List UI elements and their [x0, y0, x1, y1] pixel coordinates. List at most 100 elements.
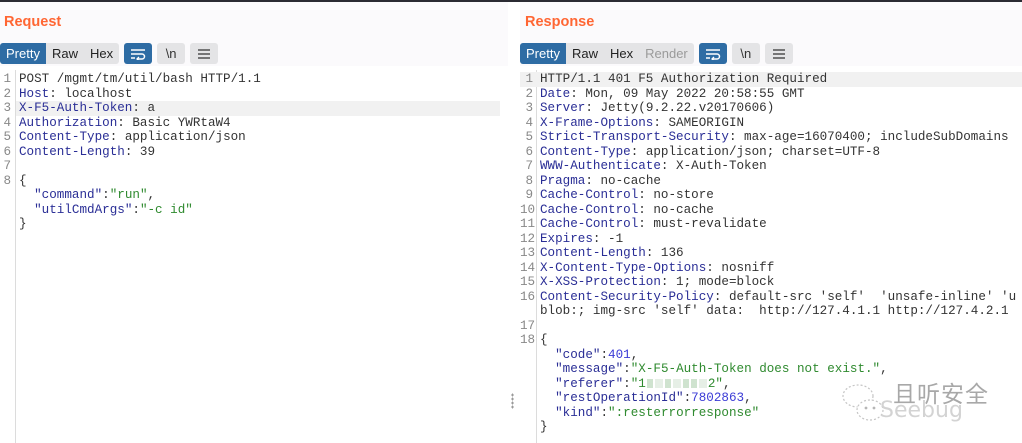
header-name: Content-Security-Policy	[540, 289, 714, 304]
line-number: 11	[520, 217, 536, 231]
code-text: : X-Auth-Token	[660, 159, 767, 173]
header-name: Server	[540, 101, 586, 115]
line-content: }	[540, 420, 548, 435]
line-number: 3	[3, 101, 11, 115]
json-key: "kind"	[555, 405, 601, 420]
code-line: 3 X-F5-Auth-Token: a	[3, 101, 500, 116]
json-string: 2"	[707, 376, 723, 391]
redacted-block	[664, 378, 671, 388]
header-name: Content-Length	[540, 246, 646, 260]
response-wrap-lines-button[interactable]	[698, 43, 727, 64]
code-text: ,	[630, 347, 639, 362]
request-newline-button[interactable]: \n	[157, 43, 186, 64]
line-content: Strict-Transport-Security: max-age=16070…	[540, 130, 1009, 145]
code-text: : Jetty(9.2.22.v20170606)	[585, 101, 775, 115]
line-number: 1	[525, 72, 533, 86]
code-text: : no-store	[638, 188, 714, 202]
response-tab-pretty[interactable]: Pretty	[520, 43, 566, 64]
request-title: Request	[4, 14, 62, 30]
request-pane: Request Pretty Raw Hex \n 1 POST /mgmt/tm…	[0, 2, 508, 443]
line-content: {	[540, 333, 548, 348]
response-tab-hex[interactable]: Hex	[604, 43, 639, 64]
line-number: 5	[3, 130, 11, 144]
code-text: : application/json	[109, 130, 246, 144]
json-key: "utilCmdArgs"	[34, 202, 133, 217]
code-text: ,	[147, 188, 156, 202]
code-line: }	[0, 217, 508, 232]
request-view-tabs: Pretty Raw Hex	[0, 43, 120, 64]
code-text: : nosniff	[706, 260, 775, 275]
json-string: "run"	[109, 188, 148, 202]
newline-icon: \n	[740, 46, 752, 61]
header-name: Pragma	[540, 173, 586, 188]
request-tab-pretty[interactable]: Pretty	[0, 43, 46, 64]
wrap-lines-icon	[131, 48, 146, 60]
line-number: 15	[520, 275, 536, 289]
code-text: : SAMEORIGIN	[653, 115, 745, 130]
code-text: : must-revalidate	[638, 217, 767, 231]
code-text: : 136	[645, 246, 684, 260]
code-text: : 39	[124, 144, 156, 159]
code-text: : no-cache	[638, 202, 714, 217]
header-name: Strict-Transport-Security	[540, 130, 729, 144]
redacted-block	[672, 378, 681, 388]
code-line: 1 POST /mgmt/tm/util/bash HTTP/1.1	[0, 72, 508, 87]
menu-icon	[772, 48, 785, 59]
response-editor[interactable]: 1 HTTP/1.1 401 F5 Authorization Required 2…	[520, 70, 1022, 443]
line-content: Content-Type: application/json	[19, 130, 246, 145]
header-name: Expires	[540, 231, 593, 246]
line-content: Cache-Control: no-store	[540, 188, 714, 203]
header-name: Date	[540, 86, 571, 101]
line-number: 3	[525, 101, 533, 115]
code-line: 11 Cache-Control: must-revalidate	[520, 217, 1022, 232]
line-content: POST /mgmt/tm/util/bash HTTP/1.1	[19, 72, 261, 87]
code-text: : default-src 'self' 'unsafe-inline' 'u	[713, 289, 1017, 304]
code-line: 8 Pragma: no-cache	[520, 174, 1022, 189]
response-header: Response Pretty Raw Hex Render \n	[520, 2, 1022, 66]
code-text: : Mon, 09 May 2022 20:58:55 GMT	[570, 86, 805, 101]
line-number: 14	[520, 260, 536, 275]
line-number: 8	[3, 173, 11, 188]
line-content: Cache-Control: no-cache	[540, 203, 714, 218]
code-text: :	[623, 376, 631, 391]
code-text: }	[540, 420, 548, 434]
code-line: 15 X-XSS-Protection: 1; mode=block	[520, 275, 1022, 290]
line-number: 6	[3, 144, 11, 159]
redacted-block	[646, 378, 653, 388]
code-text: :	[623, 362, 631, 376]
request-editor[interactable]: 1 POST /mgmt/tm/util/bash HTTP/1.1 2 Host: …	[0, 70, 508, 443]
line-number: 8	[525, 173, 533, 188]
menu-icon	[198, 48, 211, 59]
request-tab-raw[interactable]: Raw	[46, 43, 84, 64]
request-wrap-lines-button[interactable]	[124, 43, 153, 64]
code-line: 5 Strict-Transport-Security: max-age=1607…	[520, 130, 1022, 145]
line-number: 7	[525, 159, 533, 173]
code-line: 7 WWW-Authenticate: X-Auth-Token	[520, 159, 1022, 174]
response-menu-button[interactable]	[764, 43, 793, 64]
line-content: Host: localhost	[19, 87, 132, 102]
code-line: 18 {	[520, 333, 1022, 348]
pane-resize-handle[interactable]	[511, 393, 514, 409]
line-content: "utilCmdArgs":"-c id"	[19, 203, 193, 218]
header-name: Content-Type	[540, 144, 631, 159]
line-content: Content-Length: 39	[19, 145, 155, 160]
response-view-tabs: Pretty Raw Hex Render	[520, 43, 694, 64]
line-content: "message":"X-F5-Auth-Token does not exis…	[540, 362, 888, 377]
request-tab-hex[interactable]: Hex	[84, 43, 119, 64]
json-string: "1	[630, 376, 646, 391]
code-line: 9 Cache-Control: no-store	[520, 188, 1022, 203]
line-content: "code":401,	[540, 348, 638, 363]
line-content: Date: Mon, 09 May 2022 20:58:55 GMT	[540, 87, 805, 102]
code-text: HTTP/1.1 401 F5 Authorization Required	[540, 72, 828, 86]
line-number: 12	[520, 231, 536, 246]
response-tab-raw[interactable]: Raw	[566, 43, 604, 64]
json-key: "code"	[555, 347, 601, 362]
json-key: "referer"	[555, 376, 624, 391]
code-text: : application/json; charset=UTF-8	[630, 144, 881, 159]
response-tab-render[interactable]: Render	[639, 43, 694, 64]
response-newline-button[interactable]: \n	[731, 43, 760, 64]
request-menu-button[interactable]	[190, 43, 219, 64]
